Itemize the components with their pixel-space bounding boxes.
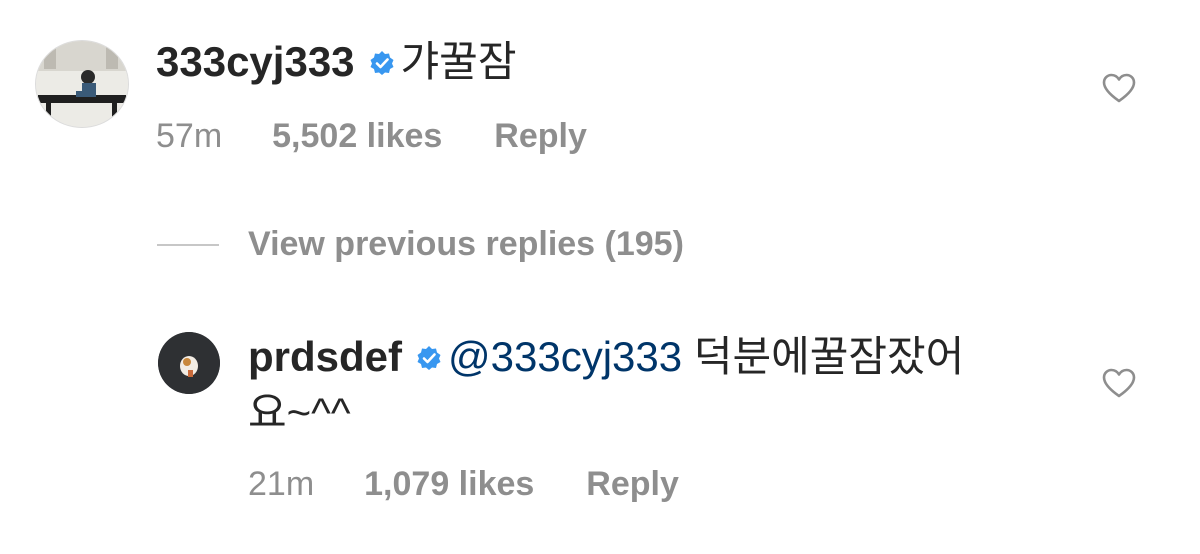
reply-avatar[interactable] xyxy=(158,332,220,394)
reply-time: 21m xyxy=(248,465,315,503)
reply-text: prdsdef @333cyj333 덕분에꿀잠잤어 xyxy=(248,332,964,385)
reply-reply-button[interactable]: Reply xyxy=(586,464,679,504)
reply-text-continued: 요~^^ xyxy=(248,388,351,438)
reply-username[interactable]: prdsdef xyxy=(248,333,402,380)
reply-body-line1: 덕분에꿀잠잤어 xyxy=(693,333,965,380)
replies-divider xyxy=(157,244,219,246)
comment-reply-button[interactable]: Reply xyxy=(494,116,587,156)
profile-photo xyxy=(36,41,128,127)
comment-text: 333cyj333 갸꿀잠 xyxy=(156,37,516,90)
comment-username[interactable]: 333cyj333 xyxy=(156,38,355,85)
comment-time: 57m xyxy=(156,117,223,155)
reply-profile-photo xyxy=(158,332,220,394)
view-previous-replies-button[interactable]: View previous replies (195) xyxy=(248,222,684,266)
heart-outline-icon[interactable] xyxy=(1101,72,1137,109)
verified-badge-icon xyxy=(369,37,395,87)
reply-mention-link[interactable]: @333cyj333 xyxy=(448,333,682,380)
heart-outline-icon[interactable] xyxy=(1101,367,1137,404)
reply-body-line2: 요~^^ xyxy=(248,389,351,436)
comment-likes[interactable]: 5,502 likes xyxy=(272,116,442,156)
reply-likes[interactable]: 1,079 likes xyxy=(364,464,534,504)
verified-badge-icon xyxy=(416,332,442,382)
avatar[interactable] xyxy=(35,40,129,128)
comment-body: 갸꿀잠 xyxy=(400,38,517,85)
reply-meta: 21m 1,079 likes Reply xyxy=(248,464,679,504)
comment-meta: 57m 5,502 likes Reply xyxy=(156,116,587,156)
